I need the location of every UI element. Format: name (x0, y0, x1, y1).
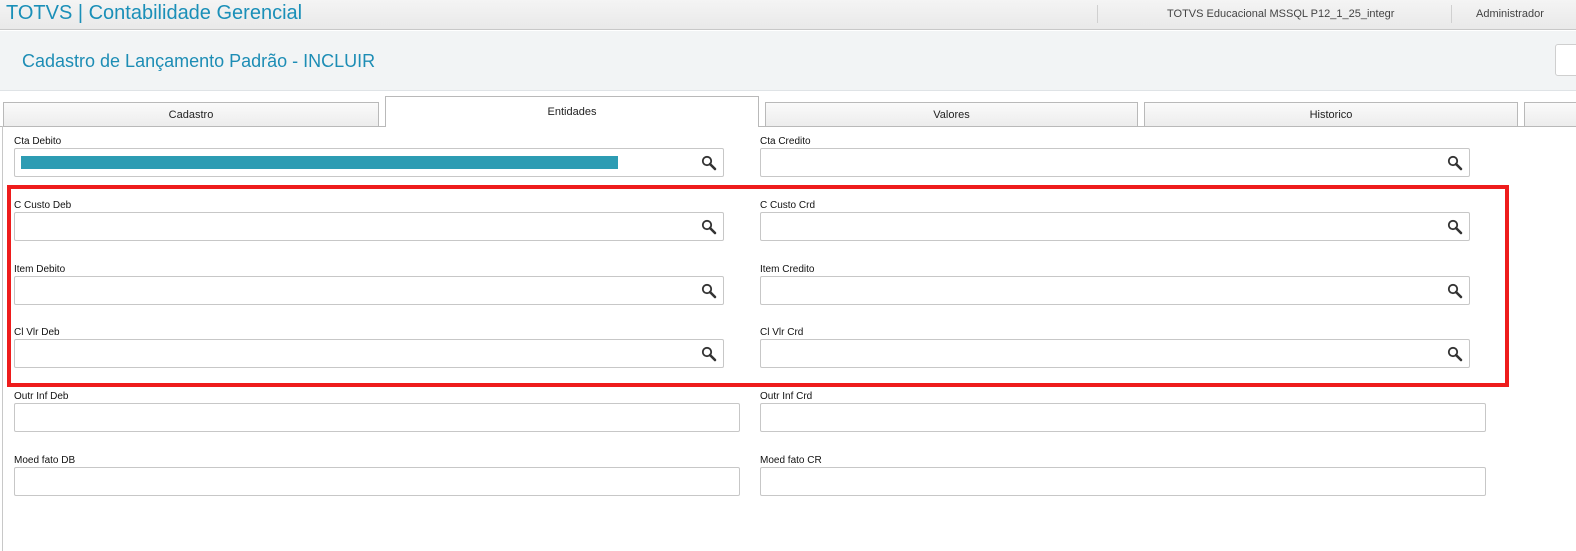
c-custo-deb-label: C Custo Deb (14, 200, 72, 211)
cta-debito-selection (21, 156, 618, 169)
cta-credito-label: Cta Credito (760, 136, 811, 147)
item-debito-field[interactable] (14, 276, 724, 305)
tab-more[interactable] (1524, 102, 1576, 127)
content-border (2, 126, 3, 551)
cta-debito-field[interactable] (14, 148, 724, 177)
outr-inf-deb-field[interactable] (14, 403, 740, 432)
search-icon[interactable] (1447, 283, 1463, 299)
search-icon[interactable] (701, 219, 717, 235)
cl-vlr-crd-field[interactable] (760, 339, 1470, 368)
search-icon[interactable] (701, 346, 717, 362)
search-icon[interactable] (701, 283, 717, 299)
tab-historico[interactable]: Historico (1144, 102, 1518, 127)
search-icon[interactable] (1447, 155, 1463, 171)
search-icon[interactable] (1447, 219, 1463, 235)
item-credito-label: Item Credito (760, 264, 815, 275)
outr-inf-crd-label: Outr Inf Crd (760, 391, 813, 402)
divider (1451, 5, 1452, 23)
c-custo-crd-field[interactable] (760, 212, 1470, 241)
c-custo-crd-label: C Custo Crd (760, 200, 816, 211)
c-custo-deb-field[interactable] (14, 212, 724, 241)
cl-vlr-deb-label: Cl Vlr Deb (14, 327, 60, 338)
search-icon[interactable] (1447, 346, 1463, 362)
cl-vlr-deb-field[interactable] (14, 339, 724, 368)
user-label[interactable]: Administrador (1476, 8, 1544, 20)
outr-inf-deb-label: Outr Inf Deb (14, 391, 69, 402)
tab-cadastro[interactable]: Cadastro (3, 102, 379, 127)
divider (1097, 5, 1098, 23)
item-debito-label: Item Debito (14, 264, 66, 275)
cl-vlr-crd-label: Cl Vlr Crd (760, 327, 804, 338)
cta-credito-field[interactable] (760, 148, 1470, 177)
moed-fato-db-label: Moed fato DB (14, 455, 76, 466)
top-bar: TOTVS | Contabilidade Gerencial TOTVS Ed… (0, 0, 1576, 30)
tab-entidades[interactable]: Entidades (385, 96, 759, 127)
search-icon[interactable] (701, 155, 717, 171)
moed-fato-cr-label: Moed fato CR (760, 455, 822, 466)
moed-fato-db-field[interactable] (14, 467, 740, 496)
moed-fato-cr-field[interactable] (760, 467, 1486, 496)
header-action-button[interactable] (1555, 44, 1576, 76)
environment-label: TOTVS Educacional MSSQL P12_1_25_integr (1167, 8, 1395, 20)
page-header: Cadastro de Lançamento Padrão - INCLUIR (0, 31, 1576, 91)
outr-inf-crd-field[interactable] (760, 403, 1486, 432)
app-title: TOTVS | Contabilidade Gerencial (6, 2, 303, 24)
tab-valores[interactable]: Valores (765, 102, 1138, 127)
tab-divider (0, 126, 1576, 127)
page-title: Cadastro de Lançamento Padrão - INCLUIR (22, 51, 376, 71)
cta-debito-label: Cta Debito (14, 136, 62, 147)
item-credito-field[interactable] (760, 276, 1470, 305)
